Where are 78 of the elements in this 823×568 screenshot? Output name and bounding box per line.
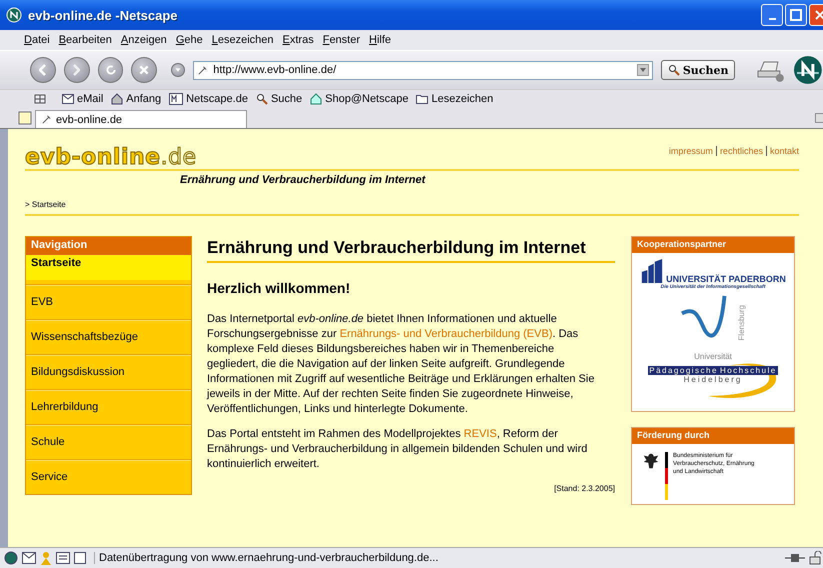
grid-icon[interactable]: [34, 93, 46, 105]
building-logo-icon: [640, 258, 664, 284]
new-tab-icon[interactable]: [18, 111, 32, 125]
dropdown-icon[interactable]: [636, 64, 649, 76]
city-name: Heidelberg: [684, 375, 742, 384]
badge-icon: [169, 93, 184, 105]
bookmark-link[interactable]: Netscape.de: [169, 93, 248, 105]
page-heading: Ernährung und Verbraucherbildung im Internet: [207, 238, 615, 264]
menu-item[interactable]: Anzeigen: [120, 34, 167, 46]
panel-header: Kooperationspartner: [632, 237, 794, 254]
university-name: UNIVERSITÄT PADERBORN: [666, 274, 786, 284]
plug-icon: [785, 552, 805, 564]
menu-item[interactable]: Gehe: [176, 34, 203, 46]
nav-item[interactable]: Lehrerbildung: [26, 389, 191, 424]
footer-link[interactable]: kontakt: [770, 146, 799, 156]
folder-icon: [416, 94, 428, 104]
nav-item[interactable]: EVB: [26, 284, 191, 320]
body-paragraph: Das Portal entsteht im Rahmen des Modellprojektes REVIS, Reform der Ernährungs- und Verbraucherbildung in allgemein bildenden Schulen und wird kontinuierlich erweitert.: [207, 427, 588, 472]
menu-item[interactable]: Extras: [282, 34, 314, 46]
footer-link[interactable]: rechtliches: [720, 146, 763, 156]
menu-item[interactable]: Hilfe: [369, 34, 392, 46]
bookmark-link[interactable]: Shop@Netscape: [310, 93, 408, 105]
envelope-icon[interactable]: [22, 552, 36, 564]
forward-button[interactable]: [64, 57, 90, 83]
page-icon: [41, 114, 52, 125]
minimize-icon: [768, 18, 776, 20]
search-icon: [256, 93, 268, 105]
address-field[interactable]: http://www.evb-online.de/: [193, 60, 653, 80]
browser-tab[interactable]: evb-online.de: [35, 110, 247, 128]
menu-item[interactable]: Lesezeichen: [212, 34, 274, 46]
nav-item[interactable]: Bildungsdiskussion: [26, 354, 191, 390]
reload-button[interactable]: [98, 57, 124, 83]
footer-link[interactable]: impressum: [668, 146, 713, 156]
breadcrumb[interactable]: > Startseite: [25, 200, 799, 216]
search-button[interactable]: Suchen: [660, 60, 736, 80]
city-name: Flensburg: [738, 305, 746, 341]
nav-item[interactable]: Schule: [26, 424, 191, 460]
nav-item[interactable]: Wissenschaftsbezüge: [26, 319, 191, 354]
page-icon: [197, 64, 208, 76]
bookmark-link[interactable]: Anfang: [111, 93, 162, 105]
status-text: Datenübertragung von www.ernaehrung-und-verbraucherbildung.de...: [94, 552, 438, 564]
date-label: [Stand: 2.3.2005]: [554, 484, 615, 494]
house-icon: [111, 93, 124, 105]
menu-item[interactable]: Datei: [24, 34, 50, 46]
house-icon: [310, 93, 322, 105]
bookmark-link[interactable]: eMail: [62, 93, 104, 105]
search-icon: [668, 64, 680, 76]
body-paragraph: Das Internetportal evb-online.de bietet Ihnen Informationen und aktuelle Forschungsergebnisse zur Ernährungs- und Verbraucherbildung (EVB). Das komplexe Feld dieses Bildungsbereiches haben wir in Themenbereiche gegliedert, die die Navigation auf der linken Seite aufgreift. Grundlegende Informationen mit Zugriff auf wesentliche Beiträge und Erklärungen erhalten Sie jeweils in der Mitte. Auf der rechten Seite finden Sie zugeordnete Hinweise, Veröffentlichungen, Links und hinterlegte Dokumente.: [207, 312, 596, 418]
padlock-icon: [809, 551, 823, 565]
maximize-icon: [790, 9, 802, 21]
back-button[interactable]: [30, 57, 56, 83]
stop-button[interactable]: [131, 57, 158, 83]
envelope-icon: [62, 94, 74, 104]
minimize-button[interactable]: [761, 4, 783, 26]
close-icon: [814, 9, 823, 21]
menu-item[interactable]: Fenster: [322, 34, 360, 46]
flag-stripe-icon: [665, 452, 668, 500]
panel-header: Navigation: [26, 237, 191, 256]
eagle-emblem-icon: [642, 452, 660, 470]
school-name: Hochschule: [718, 366, 778, 376]
panel-header: Förderung durch: [632, 428, 794, 444]
maximize-button[interactable]: [785, 4, 807, 26]
window-title: evb-online.de -Netscape: [28, 8, 178, 22]
menu-item[interactable]: Bearbeiten: [58, 34, 112, 46]
welcome-heading: Herzlich willkommen!: [207, 280, 352, 296]
go-button[interactable]: [171, 63, 186, 77]
university-name: Universität: [694, 352, 732, 362]
tagline: Ernährung und Verbraucherbildung im Internet: [180, 174, 426, 186]
netscape-logo-icon[interactable]: [4, 551, 18, 565]
editor-icon[interactable]: [56, 552, 70, 564]
school-name: Pädagogische: [648, 366, 719, 376]
bookmark-link[interactable]: Lesezeichen: [416, 93, 494, 105]
nav-item[interactable]: Startseite: [26, 255, 191, 280]
caret-icon: [174, 66, 182, 74]
bookmark-link[interactable]: Suche: [256, 93, 302, 105]
netscape-logo-icon: [6, 7, 22, 23]
nav-item[interactable]: Service: [26, 459, 191, 494]
site-logo[interactable]: evb-online.de: [25, 146, 197, 170]
